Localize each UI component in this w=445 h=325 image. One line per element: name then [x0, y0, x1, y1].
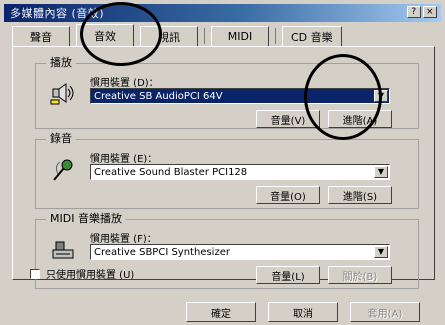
- playback-device-label: 慣用裝置 (D)：: [90, 78, 159, 89]
- midi-device-select[interactable]: Creative SBPCI Synthesizer ▼: [90, 244, 390, 260]
- midi-device-icon: [50, 236, 76, 262]
- title-controls: ? ×: [407, 6, 437, 18]
- recording-volume-button[interactable]: 音量(O): [256, 186, 320, 204]
- midi-device-value: Creative SBPCI Synthesizer: [94, 246, 230, 258]
- audio-tab-panel: 播放 慣用裝置 (D)： Creative SB AudioPCI 64V ▼ …: [12, 46, 435, 289]
- tab-sound[interactable]: 聲音: [12, 26, 70, 46]
- playback-group: 播放 慣用裝置 (D)： Creative SB AudioPCI 64V ▼ …: [35, 54, 419, 129]
- tab-divider: [275, 28, 276, 44]
- dropdown-arrow-icon[interactable]: ▼: [374, 166, 388, 178]
- microphone-icon: [50, 156, 76, 182]
- dropdown-arrow-icon[interactable]: ▼: [374, 246, 388, 258]
- dialog-window: 多媒體內容 (音效) ? × 聲音 音效 視訊 MIDI CD 音樂 播放 慣用…: [0, 0, 445, 325]
- group-title: MIDI 音樂播放: [46, 210, 126, 226]
- tab-video[interactable]: 視訊: [140, 26, 198, 46]
- title-bar[interactable]: 多媒體內容 (音效) ? ×: [4, 4, 441, 22]
- close-button[interactable]: ×: [423, 6, 437, 18]
- playback-volume-button[interactable]: 音量(V): [256, 110, 320, 128]
- use-preferred-only-label: 只使用慣用裝置 (U): [46, 270, 135, 281]
- use-preferred-only-checkbox[interactable]: [30, 268, 40, 279]
- tab-midi[interactable]: MIDI: [211, 26, 269, 46]
- recording-advanced-button[interactable]: 進階(S): [328, 186, 392, 204]
- tab-strip: 聲音 音效 視訊 MIDI CD 音樂: [12, 24, 342, 46]
- group-title: 播放: [46, 54, 76, 70]
- midi-about-button[interactable]: 關於(B): [328, 266, 392, 284]
- playback-device-value: Creative SB AudioPCI 64V: [94, 90, 223, 102]
- dropdown-arrow-icon[interactable]: ▼: [374, 90, 388, 102]
- playback-advanced-button[interactable]: 進階(A): [328, 110, 392, 128]
- recording-group: 錄音 慣用裝置 (E)： Creative Sound Blaster PCI1…: [35, 130, 419, 209]
- cancel-button[interactable]: 取消: [268, 302, 338, 322]
- recording-device-select[interactable]: Creative Sound Blaster PCI128 ▼: [90, 164, 390, 180]
- playback-device-select[interactable]: Creative SB AudioPCI 64V ▼: [90, 88, 390, 104]
- tab-divider: [204, 28, 205, 44]
- tab-cd-music[interactable]: CD 音樂: [282, 26, 342, 46]
- recording-device-value: Creative Sound Blaster PCI128: [94, 166, 248, 178]
- midi-device-label: 慣用裝置 (F)：: [90, 234, 157, 245]
- ok-button[interactable]: 確定: [186, 302, 256, 322]
- apply-button[interactable]: 套用(A): [350, 302, 420, 322]
- midi-volume-button[interactable]: 音量(L): [256, 266, 320, 284]
- speaker-icon: [50, 80, 76, 106]
- help-button[interactable]: ?: [407, 6, 421, 18]
- tab-audio[interactable]: 音效: [76, 24, 134, 46]
- group-title: 錄音: [46, 130, 76, 146]
- recording-device-label: 慣用裝置 (E)：: [90, 154, 158, 165]
- use-preferred-only-row[interactable]: 只使用慣用裝置 (U): [30, 266, 134, 281]
- window-title: 多媒體內容 (音效): [10, 7, 105, 20]
